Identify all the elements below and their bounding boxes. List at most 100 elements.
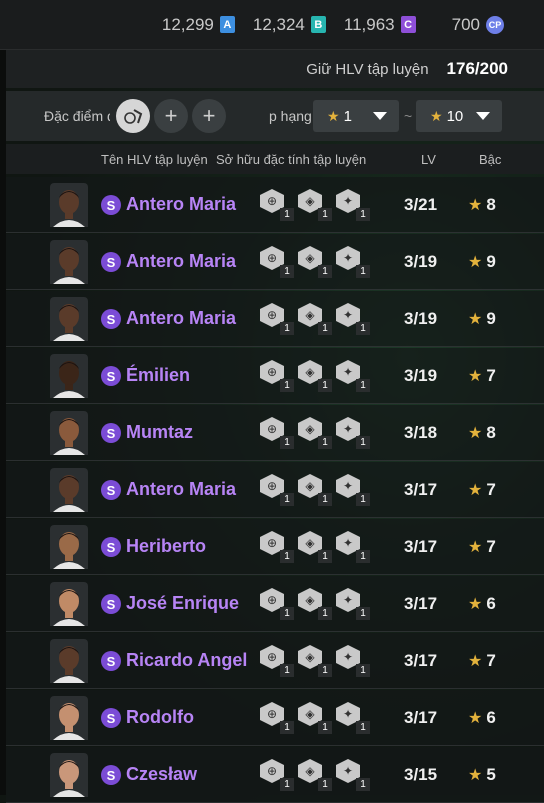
header-rank[interactable]: Bậc [479,152,501,167]
trait-level: 1 [356,550,370,563]
trait-ball-icon [124,109,143,124]
currency-b: 12,324 B [253,15,326,35]
coach-name: Rodolfo [126,707,194,727]
trait-icon[interactable]: ◈ 1 [298,531,332,563]
trait-level: 1 [356,379,370,392]
coach-rank: ★ 7 [468,480,496,500]
min-rank-dropdown[interactable]: ★ 1 [313,100,399,132]
trait-icon[interactable]: ◈ 1 [298,360,332,392]
table-row[interactable]: S Émilien ⊕ 1 ◈ 1 ✦ 1 3/19 ★ 7 [6,348,544,404]
trait-filter-add-1[interactable]: + [154,99,188,133]
avatar [50,411,88,455]
coach-name: Antero Maria [126,479,237,499]
trait-level: 1 [318,379,332,392]
trait-icon[interactable]: ⊕ 1 [260,531,294,563]
table-row[interactable]: S Rodolfo ⊕ 1 ◈ 1 ✦ 1 3/17 ★ 6 [6,690,544,746]
coach-level: 3/17 [404,480,438,499]
coach-name: Mumtaz [126,422,193,442]
table-row[interactable]: S Mumtaz ⊕ 1 ◈ 1 ✦ 1 3/18 ★ 8 [6,405,544,461]
coach-rank-value: 6 [486,594,496,613]
trait-list: ⊕ 1 ◈ 1 ✦ 1 [260,759,370,791]
trait-level: 1 [318,322,332,335]
trait-level: 1 [356,208,370,221]
table-row[interactable]: S José Enrique ⊕ 1 ◈ 1 ✦ 1 3/17 ★ 6 [6,576,544,632]
trait-icon[interactable]: ⊕ 1 [260,702,294,734]
avatar [50,582,88,626]
trait-level: 1 [280,265,294,278]
trait-icon[interactable]: ⊕ 1 [260,645,294,677]
coach-level: 3/21 [404,195,438,214]
trait-icon[interactable]: ✦ 1 [336,531,370,563]
header-lv[interactable]: LV [421,152,436,167]
trait-icon[interactable]: ✦ 1 [336,303,370,335]
trait-list: ⊕ 1 ◈ 1 ✦ 1 [260,645,370,677]
trait-list: ⊕ 1 ◈ 1 ✦ 1 [260,360,370,392]
table-row[interactable]: S Antero Maria ⊕ 1 ◈ 1 ✦ 1 3/19 ★ 9 [6,234,544,290]
trait-level: 1 [356,721,370,734]
trait-icon[interactable]: ⊕ 1 [260,246,294,278]
trait-icon[interactable]: ◈ 1 [298,246,332,278]
trait-icon[interactable]: ⊕ 1 [260,417,294,449]
trait-level: 1 [356,322,370,335]
trait-list: ⊕ 1 ◈ 1 ✦ 1 [260,303,370,335]
trait-filter-add-2[interactable]: + [192,99,226,133]
coach-rank: ★ 6 [468,594,496,614]
rank-separator: ~ [404,108,413,124]
coach-grade-badge: S [101,252,121,272]
trait-icon[interactable]: ⊕ 1 [260,189,294,221]
coach-level: 3/15 [404,765,438,784]
trait-icon[interactable]: ◈ 1 [298,189,332,221]
trait-level: 1 [318,493,332,506]
avatar [50,354,88,398]
coach-grade-badge: S [101,537,121,557]
coach-rank-value: 7 [486,651,496,670]
trait-icon[interactable]: ✦ 1 [336,189,370,221]
table-row[interactable]: S Heriberto ⊕ 1 ◈ 1 ✦ 1 3/17 ★ 7 [6,519,544,575]
trait-icon[interactable]: ⊕ 1 [260,474,294,506]
table-row[interactable]: S Antero Maria ⊕ 1 ◈ 1 ✦ 1 3/19 ★ 9 [6,291,544,347]
table-row[interactable]: S Antero Maria ⊕ 1 ◈ 1 ✦ 1 3/21 ★ 8 [6,177,544,233]
trait-icon[interactable]: ✦ 1 [336,759,370,791]
trait-filter-slot-1[interactable] [116,99,150,133]
avatar [50,696,88,740]
header-name[interactable]: Tên HLV tập luyện [101,152,208,167]
coach-grade-badge: S [101,195,121,215]
trait-icon[interactable]: ◈ 1 [298,417,332,449]
coach-rank-value: 7 [486,480,496,499]
trait-icon[interactable]: ◈ 1 [298,474,332,506]
trait-icon[interactable]: ⊕ 1 [260,588,294,620]
header-traits[interactable]: Sở hữu đặc tính tập luyện [216,152,366,167]
trait-level: 1 [318,208,332,221]
star-icon: ★ [468,653,483,670]
trait-icon[interactable]: ◈ 1 [298,645,332,677]
avatar [50,753,88,797]
trait-icon[interactable]: ◈ 1 [298,588,332,620]
trait-icon[interactable]: ◈ 1 [298,702,332,734]
trait-level: 1 [280,721,294,734]
trait-list: ⊕ 1 ◈ 1 ✦ 1 [260,702,370,734]
trait-icon[interactable]: ✦ 1 [336,360,370,392]
trait-icon[interactable]: ◈ 1 [298,303,332,335]
coach-rank: ★ 7 [468,537,496,557]
star-icon: ★ [468,368,483,385]
trait-icon[interactable]: ✦ 1 [336,645,370,677]
coach-name: Antero Maria [126,308,237,328]
trait-icon[interactable]: ⊕ 1 [260,360,294,392]
currency-cp-icon: CP [486,15,504,34]
coach-level: 3/18 [404,423,438,442]
coach-level: 3/17 [404,537,438,556]
currency-c: 11,963 C [344,15,416,35]
table-row[interactable]: S Ricardo Angel ⊕ 1 ◈ 1 ✦ 1 3/17 ★ 7 [6,633,544,689]
trait-icon[interactable]: ⊕ 1 [260,303,294,335]
trait-icon[interactable]: ✦ 1 [336,588,370,620]
trait-level: 1 [318,721,332,734]
trait-icon[interactable]: ⊕ 1 [260,759,294,791]
trait-level: 1 [280,550,294,563]
max-rank-dropdown[interactable]: ★ 10 [416,100,502,132]
trait-icon[interactable]: ✦ 1 [336,702,370,734]
trait-icon[interactable]: ◈ 1 [298,759,332,791]
trait-icon[interactable]: ✦ 1 [336,474,370,506]
table-row[interactable]: S Antero Maria ⊕ 1 ◈ 1 ✦ 1 3/17 ★ 7 [6,462,544,518]
trait-icon[interactable]: ✦ 1 [336,417,370,449]
trait-icon[interactable]: ✦ 1 [336,246,370,278]
